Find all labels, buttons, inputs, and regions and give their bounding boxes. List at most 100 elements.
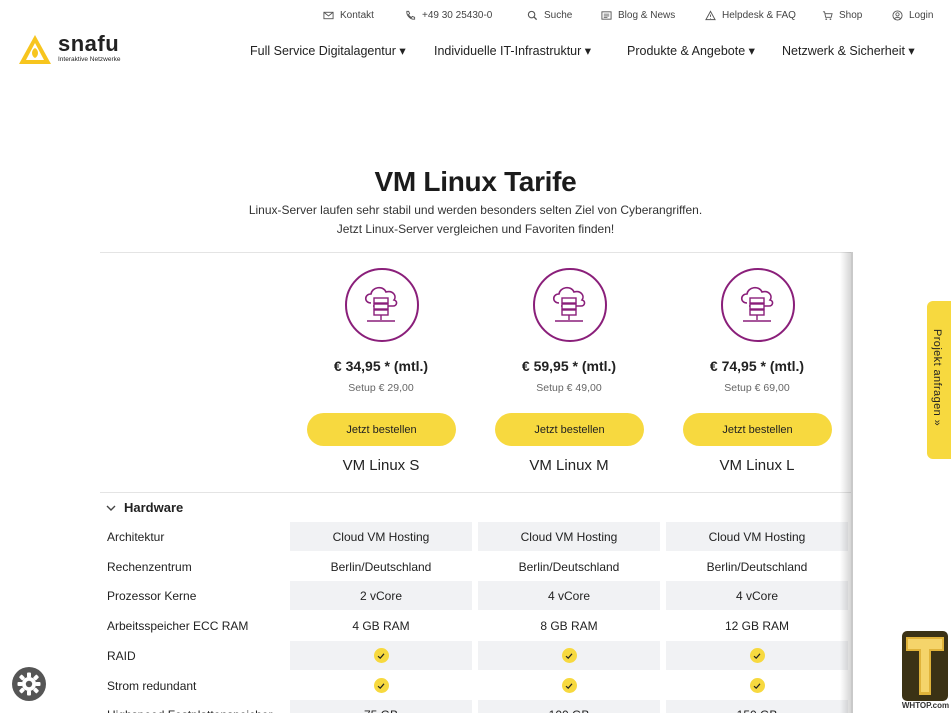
- plan-name: VM Linux L: [719, 457, 795, 474]
- table-cell: Cloud VM Hosting: [478, 522, 660, 551]
- checkmark-icon: [377, 652, 385, 659]
- order-button-l[interactable]: Jetzt bestellen: [683, 413, 832, 446]
- plan-setup-fee: Setup € 29,00: [348, 382, 414, 394]
- table-cell: [666, 671, 848, 700]
- cell-value: 150 GB: [737, 708, 778, 713]
- included-check: [373, 648, 389, 663]
- cell-value: 12 GB RAM: [724, 618, 790, 633]
- cell-value: Cloud VM Hosting: [332, 529, 430, 544]
- top-utility-bar: Kontakt +49 30 25430-0 Suche Blog & News…: [0, 0, 951, 30]
- nav-it-infrastruktur[interactable]: Individuelle IT-Infrastruktur ▾: [434, 43, 591, 58]
- user-icon: [892, 9, 903, 21]
- cell-value: 4 vCore: [735, 588, 779, 603]
- table-top-divider: [100, 252, 852, 253]
- nav-produkte[interactable]: Produkte & Angebote ▾: [627, 43, 755, 58]
- hero-subline-2: Jetzt Linux-Server vergleichen und Favor…: [336, 222, 615, 236]
- table-cell: Berlin/Deutschland: [478, 552, 660, 581]
- table-cell: [666, 641, 848, 670]
- plan-card-l: € 74,95 * (mtl.) Setup € 69,00 Jetzt bes…: [666, 268, 848, 478]
- table-cell: Cloud VM Hosting: [666, 522, 848, 551]
- cell-value: 4 vCore: [547, 588, 591, 603]
- top-link-phone[interactable]: +49 30 25430-0: [405, 8, 492, 22]
- cell-value: 2 vCore: [359, 588, 403, 603]
- plan-name: VM Linux S: [342, 457, 420, 474]
- watermark-text: WHTOP.com: [901, 701, 950, 710]
- table-cell: 75 GB: [290, 700, 472, 713]
- top-link-shop[interactable]: Shop: [822, 8, 862, 22]
- page-title: VM Linux Tarife: [374, 166, 577, 197]
- checkmark-icon: [565, 682, 573, 689]
- top-link-label: Kontakt: [340, 9, 374, 21]
- top-link-label: +49 30 25430-0: [422, 9, 493, 21]
- plan-card-s: € 34,95 * (mtl.) Setup € 29,00 Jetzt bes…: [290, 268, 472, 478]
- order-button-m[interactable]: Jetzt bestellen: [495, 413, 644, 446]
- plan-price: € 74,95 * (mtl.): [709, 358, 805, 374]
- mail-icon: [323, 11, 334, 19]
- table-cell: [478, 641, 660, 670]
- row-label: Architektur: [107, 530, 165, 544]
- nav-full-service[interactable]: Full Service Digitalagentur ▾: [250, 43, 406, 58]
- order-button-s[interactable]: Jetzt bestellen: [307, 413, 456, 446]
- table-cell: Berlin/Deutschland: [666, 552, 848, 581]
- logo-tagline: Interaktive Netzwerke: [58, 56, 121, 63]
- project-request-tab[interactable]: Projekt anfragen »: [927, 301, 951, 459]
- plan-setup-fee: Setup € 69,00: [724, 382, 790, 394]
- top-link-label: Blog & News: [618, 9, 676, 21]
- table-cell: 2 vCore: [290, 581, 472, 610]
- row-label: RAID: [107, 649, 136, 663]
- plan-card-m: € 59,95 * (mtl.) Setup € 49,00 Jetzt bes…: [478, 268, 660, 478]
- checkmark-icon: [753, 682, 761, 689]
- cell-value: 100 GB: [549, 708, 590, 713]
- section-divider: [100, 492, 852, 493]
- top-link-helpdesk[interactable]: Helpdesk & FAQ: [705, 8, 796, 22]
- table-cell: 4 GB RAM: [290, 611, 472, 640]
- table-cell: 4 vCore: [666, 581, 848, 610]
- table-cell: 100 GB: [478, 700, 660, 713]
- table-cell: Cloud VM Hosting: [290, 522, 472, 551]
- row-label: Highspeed Festplattenspeicher: [107, 708, 272, 713]
- section-title: Hardware: [124, 500, 184, 515]
- included-check: [749, 648, 765, 663]
- plan-price: € 34,95 * (mtl.): [333, 358, 429, 374]
- included-check: [561, 678, 577, 693]
- included-check: [561, 648, 577, 663]
- table-cell: 150 GB: [666, 700, 848, 713]
- settings-gear-button[interactable]: [12, 667, 46, 701]
- cell-value: Berlin/Deutschland: [330, 559, 432, 574]
- top-link-label: Shop: [839, 9, 863, 21]
- cell-value: 4 GB RAM: [352, 618, 410, 633]
- plan-name: VM Linux M: [529, 457, 609, 474]
- table-cell: [290, 641, 472, 670]
- row-label: Arbeitsspeicher ECC RAM: [107, 619, 249, 633]
- cell-value: 8 GB RAM: [540, 618, 598, 633]
- top-link-label: Login: [909, 9, 934, 21]
- cloud-server-icon: [721, 268, 795, 342]
- hero-subline-1: Linux-Server laufen sehr stabil und werd…: [248, 203, 703, 217]
- row-label: Strom redundant: [107, 679, 197, 693]
- cell-value: Cloud VM Hosting: [708, 529, 806, 544]
- table-cell: [290, 671, 472, 700]
- cell-value: 75 GB: [364, 708, 398, 713]
- top-link-kontakt[interactable]: Kontakt: [323, 8, 374, 22]
- table-scroll-edge: [851, 252, 853, 713]
- checkmark-icon: [377, 682, 385, 689]
- row-label: Prozessor Kerne: [107, 589, 197, 603]
- top-link-blog[interactable]: Blog & News: [601, 8, 675, 22]
- gear-icon: [17, 672, 41, 696]
- top-link-search[interactable]: Suche: [527, 8, 572, 22]
- site-logo[interactable]: snafu Interaktive Netzwerke: [18, 33, 143, 67]
- table-cell: Berlin/Deutschland: [290, 552, 472, 581]
- cart-icon: [822, 10, 833, 20]
- watermark-logo: WHTOP.com: [898, 629, 951, 713]
- checkmark-icon: [753, 652, 761, 659]
- table-cell: [478, 671, 660, 700]
- cloud-server-icon: [345, 268, 419, 342]
- chevron-down-icon: [106, 505, 116, 511]
- cell-value: Berlin/Deutschland: [518, 559, 620, 574]
- row-label: Rechenzentrum: [107, 560, 192, 574]
- logo-wordmark: snafu: [58, 31, 120, 56]
- nav-netzwerk[interactable]: Netzwerk & Sicherheit ▾: [782, 43, 915, 58]
- checkmark-icon: [565, 652, 573, 659]
- top-link-login[interactable]: Login: [892, 8, 933, 22]
- section-toggle-hardware[interactable]: Hardware: [106, 500, 183, 515]
